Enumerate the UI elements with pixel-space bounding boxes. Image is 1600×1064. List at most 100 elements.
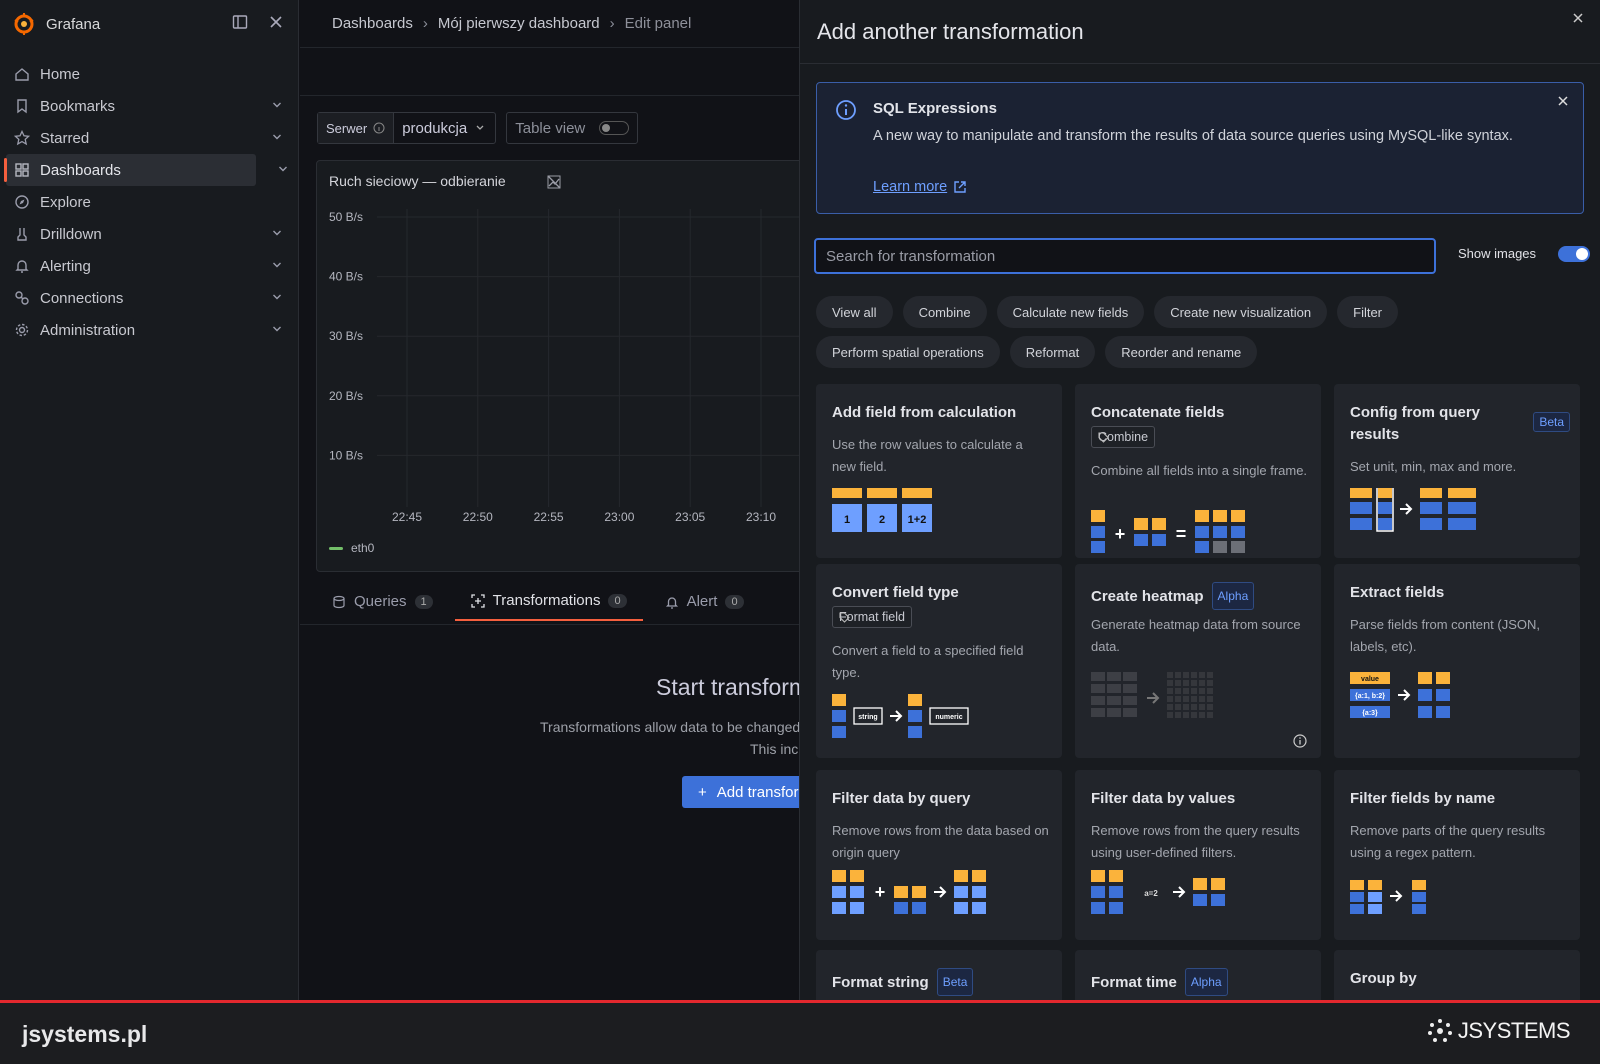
sidebar-item-administration[interactable]: Administration <box>6 314 293 346</box>
chevron-down-icon[interactable] <box>271 291 283 303</box>
sidebar-item-home[interactable]: Home <box>6 58 293 90</box>
illustration-cell <box>954 902 968 914</box>
card-title-text: Format string <box>832 974 929 991</box>
chevron-down-icon[interactable] <box>271 99 283 111</box>
sidebar-item-alerting[interactable]: Alerting <box>6 250 293 282</box>
illustration-cell <box>1183 712 1189 718</box>
illustration-cell <box>832 902 846 914</box>
chip-view-all[interactable]: View all <box>816 296 893 328</box>
chip-reformat[interactable]: Reformat <box>1009 336 1096 368</box>
illustration-cell <box>1167 688 1173 694</box>
transformation-card-config-from-query-results[interactable]: Config from query results Beta Set unit, m… <box>1334 384 1580 558</box>
chip-filter[interactable]: Filter <box>1337 296 1399 328</box>
close-icon[interactable] <box>1570 10 1586 26</box>
illustration-cell <box>1091 870 1105 882</box>
sidebar-item-drilldown[interactable]: Drilldown <box>6 218 293 250</box>
transformation-card-convert-field-type[interactable]: Convert field type Format field Convert a … <box>816 564 1062 758</box>
transformation-card-add-field-from-calculation[interactable]: Add field from calculation Use the row va… <box>816 384 1062 558</box>
illustration-cell <box>1123 708 1137 717</box>
chevron-down-icon[interactable] <box>277 163 289 175</box>
card-title-text: Config from query results <box>1350 404 1480 443</box>
external-link-icon <box>954 181 966 193</box>
status-badge: Beta <box>1533 412 1570 432</box>
illustration-cell <box>1183 688 1189 694</box>
tab-label: Transformations <box>492 592 601 609</box>
sidebar-item-explore[interactable]: Explore <box>6 186 293 218</box>
illustration-cell <box>1107 696 1121 705</box>
chevron-down-icon[interactable] <box>271 323 283 335</box>
tab-label: Alert <box>686 593 718 610</box>
card-title: Create heatmap Alpha <box>1091 582 1255 610</box>
illustration-cell <box>1123 696 1137 705</box>
tab-alert[interactable]: Alert 0 <box>649 592 760 621</box>
breadcrumb-dashboard[interactable]: Mój pierwszy dashboard <box>438 15 600 32</box>
illustration-cell <box>1448 488 1476 498</box>
illustration-cell <box>1207 712 1213 718</box>
legend[interactable]: eth0 <box>329 541 374 555</box>
table-view-switch[interactable] <box>599 121 630 135</box>
drawer-title: Add another transformation <box>817 18 1084 44</box>
show-images-toggle[interactable] <box>1558 246 1590 262</box>
sidebar-item-connections[interactable]: Connections <box>6 282 293 314</box>
illustration-cell <box>1213 510 1227 522</box>
brand[interactable]: Grafana <box>12 12 100 36</box>
chip-perform-spatial-operations[interactable]: Perform spatial operations <box>816 336 1000 368</box>
transformation-card-filter-data-by-values[interactable]: Filter data by values Remove rows from th… <box>1075 770 1321 940</box>
breadcrumb-current: Edit panel <box>624 15 692 32</box>
illustration-cell <box>1191 680 1197 686</box>
card-title-text: Concatenate fields <box>1091 404 1225 421</box>
learn-more-label: Learn more <box>873 179 948 195</box>
tab-transformations[interactable]: Transformations 0 <box>454 592 643 621</box>
transformation-card-format-string[interactable]: Format string Beta <box>816 950 1062 1000</box>
illustration-cell <box>1175 704 1181 710</box>
alert-close-icon[interactable] <box>1557 95 1569 107</box>
illustration-cell <box>850 886 864 898</box>
illustration-cell <box>1167 696 1173 702</box>
compass-icon <box>15 195 29 209</box>
table-view-toggle[interactable]: Table view <box>506 112 639 144</box>
illustration-cell <box>912 886 926 898</box>
chip-calculate-new-fields[interactable]: Calculate new fields <box>996 296 1145 328</box>
variable-picker[interactable]: Serwer produkcja <box>317 112 497 144</box>
chip-combine[interactable]: Combine <box>902 296 987 328</box>
bell-icon <box>15 260 29 273</box>
apps-icon <box>15 163 29 177</box>
info-icon[interactable] <box>1293 734 1307 748</box>
chevron-down-icon[interactable] <box>271 227 283 239</box>
illustration-cell <box>1420 502 1442 514</box>
close-menu-icon[interactable] <box>268 14 284 30</box>
dock-menu-icon[interactable] <box>232 14 248 30</box>
transformation-card-filter-fields-by-name[interactable]: Filter fields by name Remove parts of the… <box>1334 770 1580 940</box>
sidebar-item-label: Bookmarks <box>40 97 116 115</box>
info-icon <box>373 122 385 134</box>
card-title: Filter fields by name <box>1350 788 1495 810</box>
illustration-cell <box>1183 704 1189 710</box>
transformation-card-create-heatmap[interactable]: Create heatmap Alpha Generate heatmap data… <box>1075 564 1321 758</box>
sidebar-item-starred[interactable]: Starred <box>6 122 293 154</box>
sidebar-item-bookmarks[interactable]: Bookmarks <box>6 90 293 122</box>
footer-bar: jsystems.pl JSYSTEMS <box>0 1000 1600 1064</box>
chip-create-new-visualization[interactable]: Create new visualization <box>1154 296 1328 328</box>
chip-reorder-and-rename[interactable]: Reorder and rename <box>1105 336 1258 368</box>
chevron-down-icon[interactable] <box>271 259 283 271</box>
tab-queries[interactable]: Queries 1 <box>316 592 449 621</box>
transformation-card-concatenate-fields[interactable]: Concatenate fields Combine Combine all fie… <box>1075 384 1321 558</box>
sidebar-item-dashboards[interactable]: Dashboards <box>4 154 287 186</box>
empty-state-description: Transformations allow data to be changed… <box>370 716 800 760</box>
card-description: Use the row values to calculate a new fi… <box>832 437 1023 474</box>
transformation-card-filter-data-by-query[interactable]: Filter data by query Remove rows from the… <box>816 770 1062 940</box>
transformation-drawer: Add another transformation SQL Expressio… <box>799 0 1600 1000</box>
illustration-cell <box>1091 708 1105 717</box>
info-circle-icon <box>836 100 856 120</box>
chevron-down-icon[interactable] <box>271 131 283 143</box>
transformation-card-extract-fields[interactable]: Extract fields Parse fields from content … <box>1334 564 1580 758</box>
breadcrumb-dashboards[interactable]: Dashboards <box>332 15 413 32</box>
transform-icon <box>471 593 485 608</box>
illustration-cell <box>1207 680 1213 686</box>
sidebar-item-label: Home <box>40 65 81 83</box>
transformation-card-format-time[interactable]: Format time Alpha <box>1075 950 1321 1000</box>
learn-more-link[interactable]: Learn more <box>873 179 967 195</box>
transformation-card-group-by[interactable]: Group by <box>1334 950 1580 1000</box>
transformation-search-input[interactable] <box>814 238 1436 274</box>
variable-value[interactable]: produkcja <box>394 120 475 137</box>
